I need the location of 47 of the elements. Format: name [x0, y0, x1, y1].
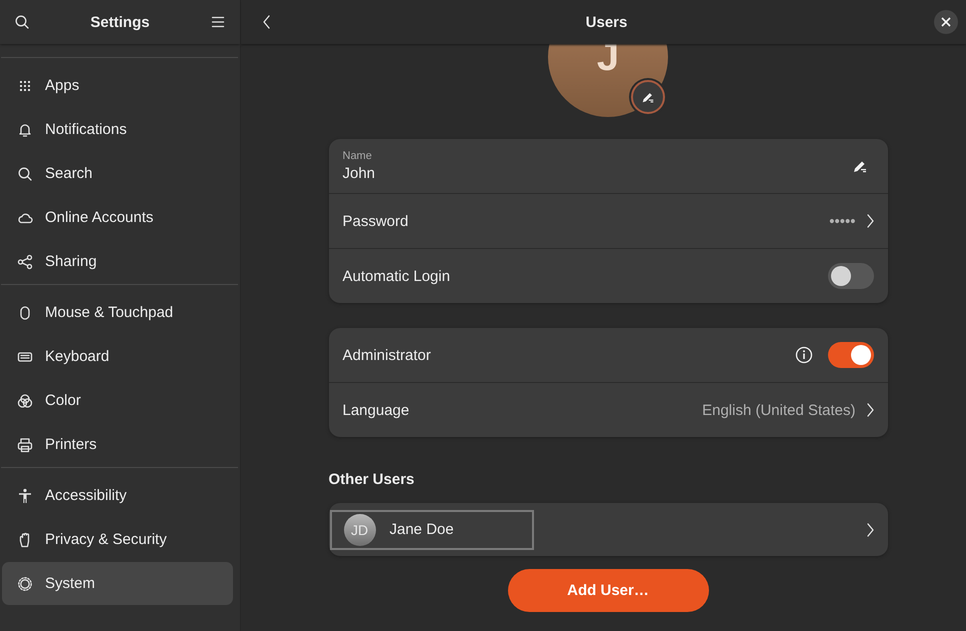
- bell-icon: [17, 122, 33, 138]
- close-icon: [940, 17, 951, 27]
- person-icon: [17, 488, 33, 504]
- search-icon: [14, 14, 30, 30]
- sidebar-item[interactable]: Privacy & Security: [2, 518, 233, 561]
- sidebar-item[interactable]: Sharing: [2, 240, 233, 283]
- user-name: Jane Doe: [390, 521, 454, 538]
- user-avatar: JD: [344, 514, 376, 546]
- section-title: Other Users: [328, 471, 416, 488]
- toggle-switch[interactable]: [828, 263, 874, 289]
- pencil-icon: [641, 90, 655, 104]
- close-button[interactable]: [934, 10, 958, 34]
- sidebar-item[interactable]: Notifications: [2, 108, 233, 151]
- row-value: English (United States): [702, 402, 856, 418]
- color-icon: [17, 392, 33, 408]
- sidebar-title: Settings: [90, 14, 150, 30]
- row-label: Password: [342, 212, 410, 230]
- sidebar-item[interactable]: Online Accounts: [2, 196, 233, 239]
- printer-icon: [17, 436, 33, 452]
- user-entry[interactable]: JD Jane Doe: [330, 510, 534, 550]
- page-title: Users: [586, 14, 628, 30]
- chevron-icon: [866, 214, 874, 228]
- sidebar-item[interactable]: Keyboard: [2, 335, 233, 378]
- sidebar-item[interactable]: Printers: [2, 423, 233, 466]
- sidebar-item[interactable]: Search: [2, 152, 233, 195]
- toggle-switch[interactable]: [828, 342, 874, 368]
- sidebar-item[interactable]: Mouse & Touchpad: [2, 291, 233, 334]
- back-icon: [263, 15, 271, 29]
- row-label: Automatic Login: [342, 268, 452, 284]
- chevron-icon: [866, 403, 874, 417]
- gear-icon: [17, 576, 33, 592]
- sidebar-item[interactable]: Apps: [2, 64, 233, 107]
- add-user-button[interactable]: Add User…: [508, 569, 708, 612]
- row-value: •••••: [829, 212, 856, 230]
- field-label: Name: [342, 150, 373, 162]
- search-icon: [17, 166, 33, 182]
- sidebar-item[interactable]: Accessibility: [2, 474, 233, 517]
- sidebar-item[interactable]: System: [2, 562, 233, 605]
- chevron-icon: [866, 522, 874, 536]
- row-label: Language: [342, 402, 410, 418]
- edit-avatar-button[interactable]: [631, 80, 665, 114]
- share-icon: [17, 254, 33, 270]
- menu-icon: [210, 14, 226, 30]
- name-field[interactable]: John: [342, 165, 836, 182]
- info-icon: [794, 346, 812, 364]
- row-label: Administrator: [342, 346, 432, 364]
- sidebar-item[interactable]: Color: [2, 379, 233, 422]
